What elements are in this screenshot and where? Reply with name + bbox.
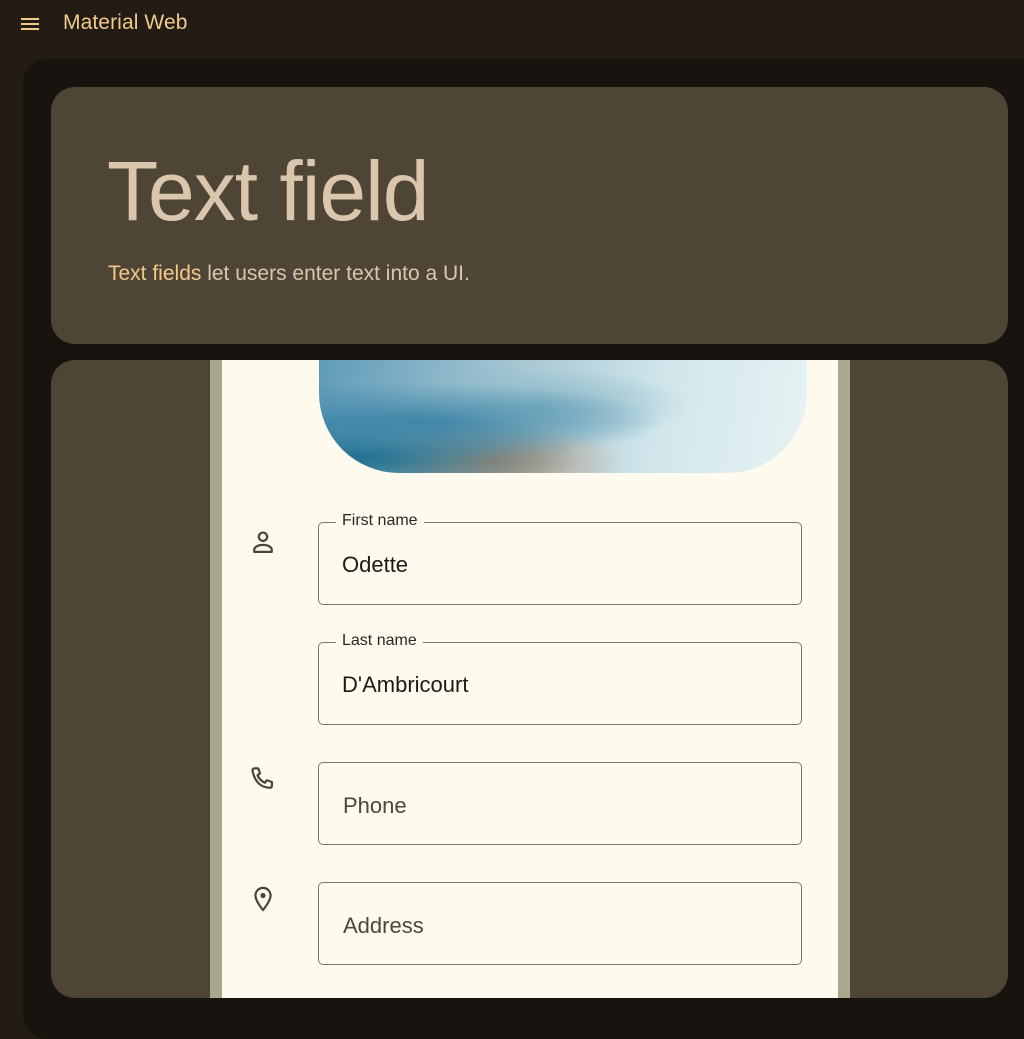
page-description: Text fields let users enter text into a … xyxy=(108,262,470,286)
phone-placeholder: Phone xyxy=(343,793,407,818)
page-hero: Text field Text fields let users enter t… xyxy=(51,87,1008,344)
address-field[interactable]: Address xyxy=(318,882,802,965)
text-fields-link[interactable]: Text fields xyxy=(108,262,201,285)
first-name-value: Odette xyxy=(342,552,409,577)
last-name-row: Last name D'Ambricourt xyxy=(222,632,838,726)
phone-field[interactable]: Phone xyxy=(318,762,802,845)
phone-frame: First name Odette Last name D'Ambricourt xyxy=(210,360,850,998)
description-text: let users enter text into a UI. xyxy=(201,262,470,285)
first-name-field[interactable]: First name Odette xyxy=(318,512,802,605)
last-name-value: D'Ambricourt xyxy=(342,672,469,697)
page-title: Text field xyxy=(107,144,429,238)
phone-row: Phone xyxy=(222,762,838,846)
top-app-bar: Material Web xyxy=(0,0,1024,48)
header-image xyxy=(319,360,807,473)
first-name-label: First name xyxy=(336,512,424,530)
person-icon xyxy=(248,527,278,557)
demo-area: First name Odette Last name D'Ambricourt xyxy=(51,360,1008,998)
location-pin-icon xyxy=(248,884,278,914)
address-placeholder: Address xyxy=(343,913,424,938)
address-row: Address xyxy=(222,882,838,966)
menu-button[interactable] xyxy=(18,12,42,36)
phone-screen: First name Odette Last name D'Ambricourt xyxy=(222,360,838,998)
first-name-row: First name Odette xyxy=(222,512,838,606)
phone-icon xyxy=(248,764,278,794)
menu-icon xyxy=(21,18,39,30)
last-name-label: Last name xyxy=(336,632,423,650)
app-title[interactable]: Material Web xyxy=(63,11,188,35)
last-name-field[interactable]: Last name D'Ambricourt xyxy=(318,632,802,725)
